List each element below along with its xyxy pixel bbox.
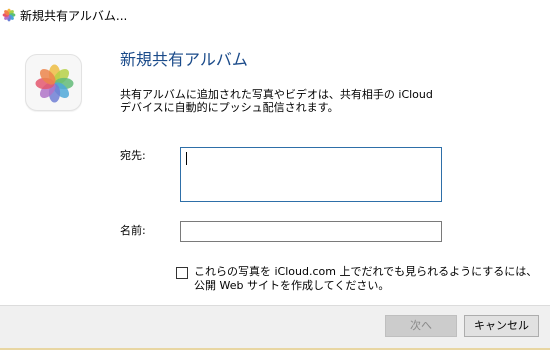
public-website-label[interactable]: これらの写真を iCloud.com 上でだれでも見られるようにするには、 公開… bbox=[194, 265, 537, 293]
public-website-label-line: 公開 Web サイトを作成してください。 bbox=[194, 279, 390, 292]
title-bar: 新規共有アルバム... bbox=[0, 0, 550, 32]
photos-icon bbox=[2, 8, 16, 22]
dialog-description: 共有アルバムに追加された写真やビデオは、共有相手の iCloud デバイスに自動… bbox=[120, 88, 440, 114]
description-line: デバイスに自動的にプッシュ配信されます。 bbox=[120, 101, 339, 114]
dialog-heading: 新規共有アルバム bbox=[120, 50, 248, 69]
photos-app-icon bbox=[25, 54, 82, 111]
name-field[interactable] bbox=[180, 221, 442, 242]
text-caret bbox=[186, 152, 187, 165]
next-button[interactable]: 次へ bbox=[385, 315, 457, 337]
name-label: 名前: bbox=[120, 224, 146, 237]
description-line: 共有アルバムに追加された写真やビデオは、共有相手の iCloud bbox=[120, 88, 433, 101]
cancel-button[interactable]: キャンセル bbox=[464, 315, 539, 337]
public-website-checkbox[interactable] bbox=[176, 267, 188, 279]
window-title: 新規共有アルバム... bbox=[20, 9, 128, 23]
to-field[interactable] bbox=[180, 147, 442, 202]
public-website-label-line: これらの写真を iCloud.com 上でだれでも見られるようにするには、 bbox=[194, 265, 538, 278]
to-label: 宛先: bbox=[120, 149, 146, 162]
